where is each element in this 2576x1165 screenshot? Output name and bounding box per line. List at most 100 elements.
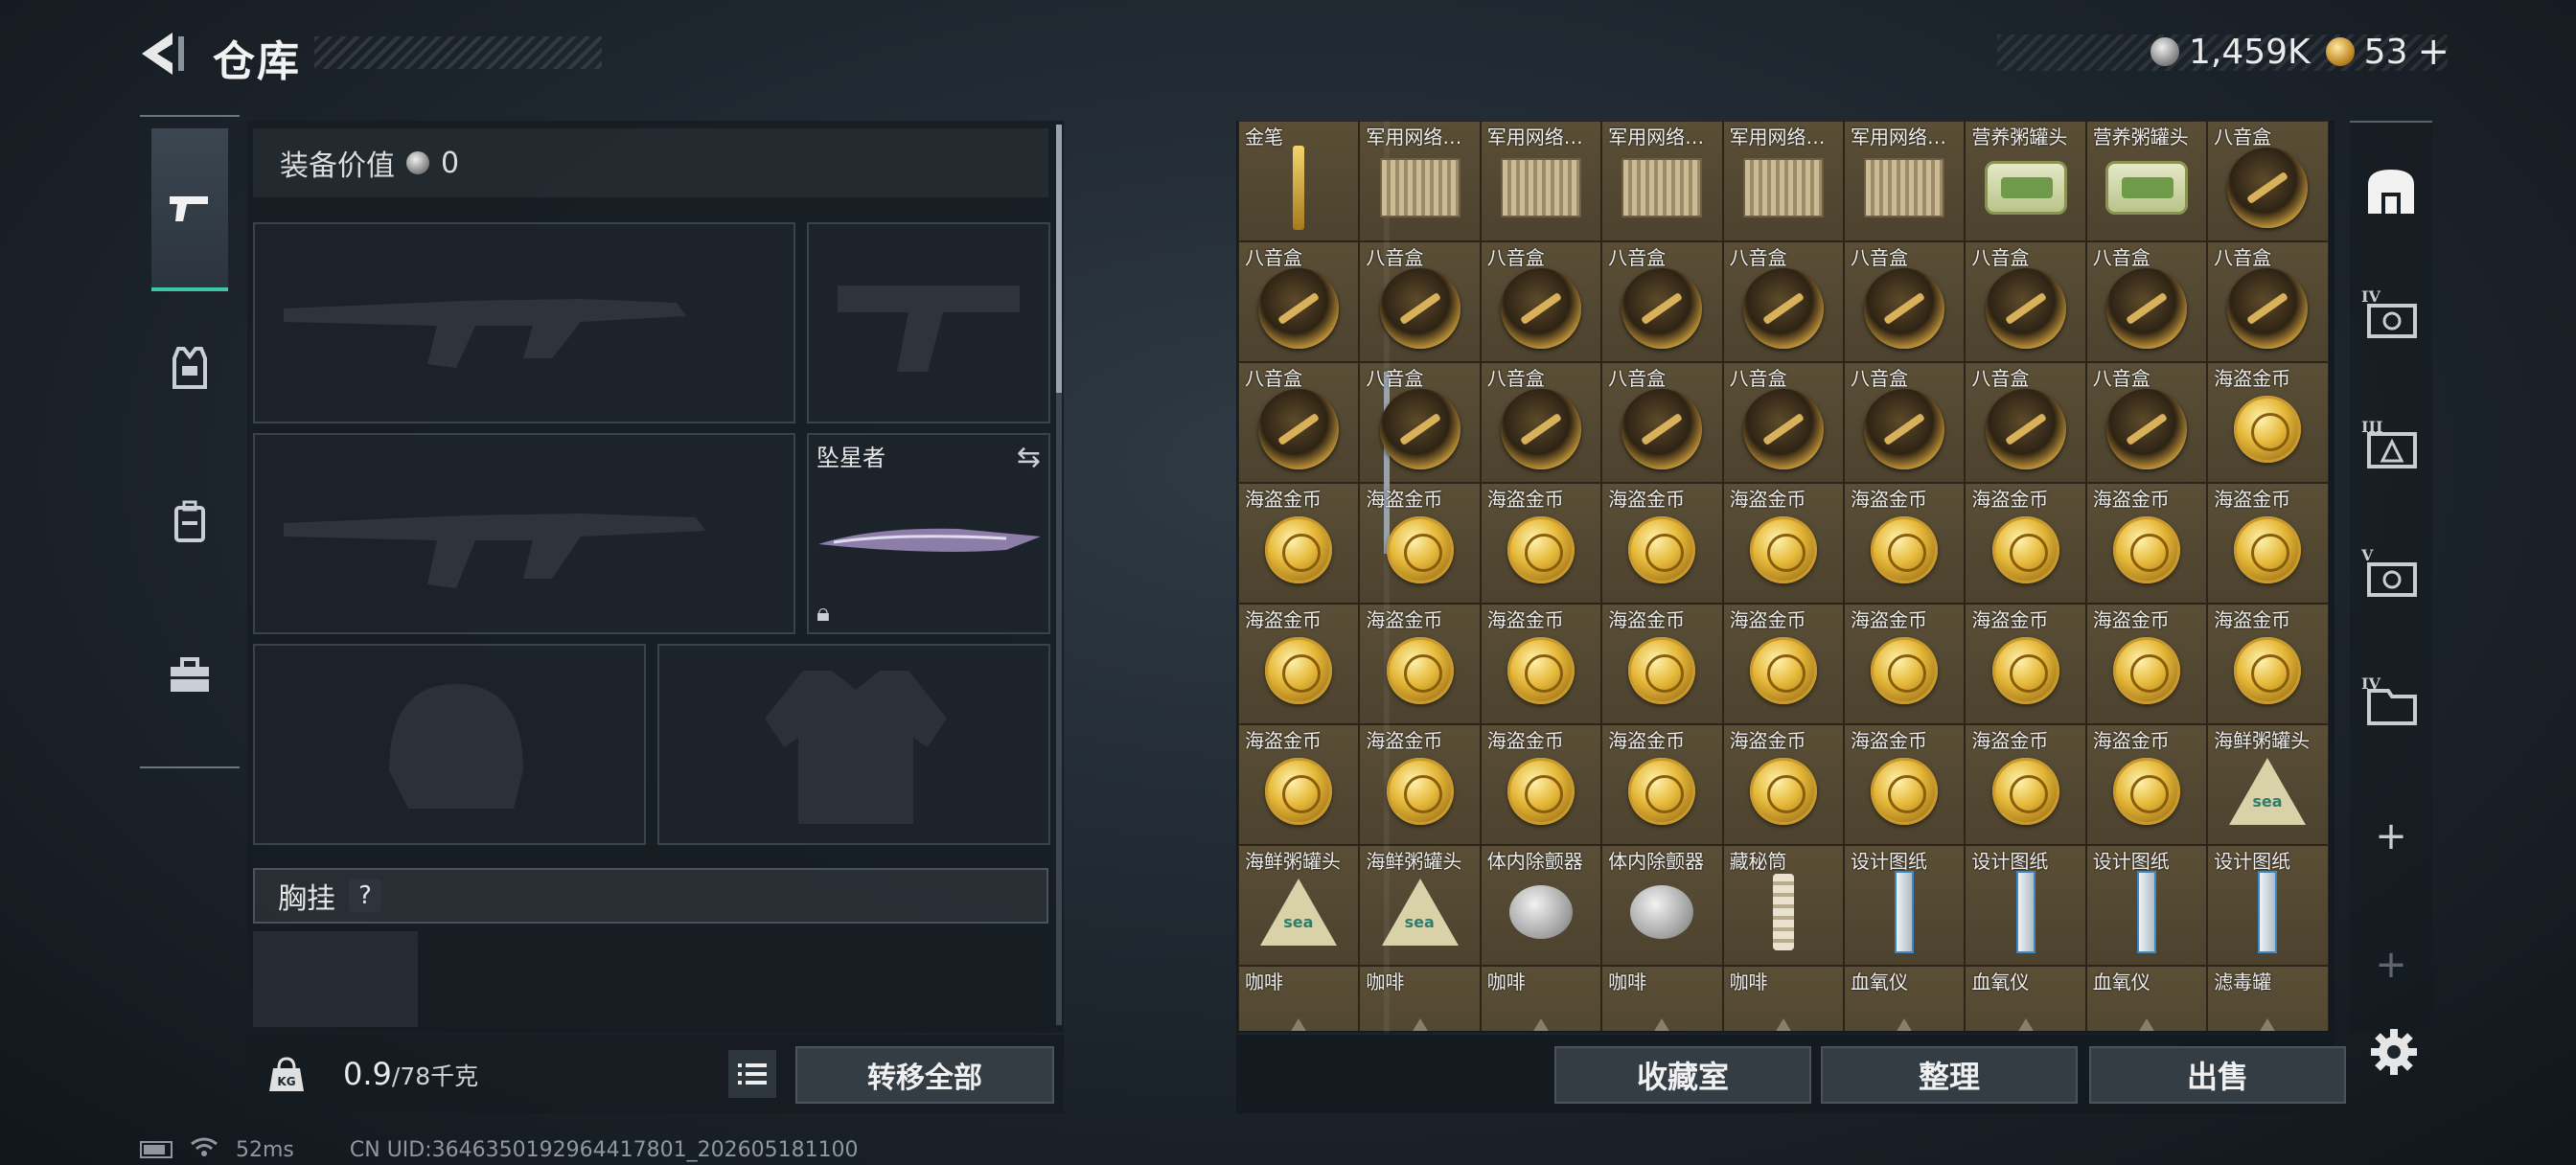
body-armor-slot[interactable] — [657, 644, 1050, 845]
stash-item[interactable]: 海盗金币 — [1843, 724, 1966, 845]
back-button[interactable] — [134, 27, 192, 80]
stash-item[interactable]: 海鲜粥罐头 — [2207, 724, 2329, 845]
stash-item[interactable]: 八音盒 — [1359, 362, 1481, 483]
tab-storage-iv[interactable]: IV — [2350, 270, 2432, 356]
stash-item[interactable]: 海鲜粥罐头 — [1238, 845, 1360, 966]
stash-item[interactable]: 血氧仪 — [2085, 966, 2208, 1031]
stash-item[interactable]: 军用网络… — [1359, 121, 1481, 241]
stash-item[interactable]: 海盗金币 — [1359, 483, 1481, 604]
stash-item[interactable]: 八音盒 — [1238, 241, 1360, 362]
stash-item[interactable]: 设计图纸 — [2085, 845, 2208, 966]
list-view-button[interactable] — [728, 1050, 776, 1098]
chest-rig-slot[interactable] — [253, 931, 418, 1027]
stash-item[interactable]: 海盗金币 — [1965, 604, 2086, 724]
stash-item[interactable]: 海盗金币 — [1601, 604, 1723, 724]
stash-item[interactable]: 海盗金币 — [1722, 604, 1844, 724]
collection-room-button[interactable]: 收藏室 — [1554, 1046, 1811, 1104]
sell-button[interactable]: 出售 — [2089, 1046, 2346, 1104]
stash-item[interactable]: 海鲜粥罐头 — [1359, 845, 1481, 966]
add-storage-button[interactable]: + — [2350, 793, 2432, 879]
tab-weapons[interactable] — [151, 128, 228, 291]
stash-item[interactable]: 海盗金币 — [2207, 604, 2329, 724]
stash-item[interactable]: 血氧仪 — [1965, 966, 2086, 1031]
stash-item[interactable]: 海盗金币 — [1965, 483, 2086, 604]
stash-item[interactable]: 海盗金币 — [1843, 483, 1966, 604]
organize-button[interactable]: 整理 — [1821, 1046, 2078, 1104]
stash-item[interactable]: 海盗金币 — [1601, 483, 1723, 604]
equipment-scrollbar[interactable] — [1056, 125, 1062, 1025]
stash-item[interactable]: 海盗金币 — [2085, 604, 2208, 724]
gold-currency[interactable]: 53 + — [2325, 30, 2450, 74]
stash-item[interactable]: 八音盒 — [1843, 362, 1966, 483]
stash-item[interactable]: 海盗金币 — [1480, 604, 1602, 724]
stash-item[interactable]: 海盗金币 — [1722, 724, 1844, 845]
stash-item[interactable]: 海盗金币 — [1238, 483, 1360, 604]
stash-item[interactable]: 金笔 — [1238, 121, 1360, 241]
stash-item[interactable]: 八音盒 — [1965, 241, 2086, 362]
tab-case[interactable] — [140, 598, 240, 751]
stash-item[interactable]: 海盗金币 — [1238, 604, 1360, 724]
stash-item[interactable]: 海盗金币 — [1480, 483, 1602, 604]
stash-item[interactable]: 咖啡 — [1480, 966, 1602, 1031]
stash-item[interactable]: 军用网络… — [1480, 121, 1602, 241]
help-icon[interactable]: ? — [349, 879, 381, 912]
stash-item[interactable]: 海盗金币 — [1238, 724, 1360, 845]
swap-icon[interactable]: ⇆ — [1017, 441, 1041, 474]
stash-item[interactable]: 八音盒 — [1722, 241, 1844, 362]
stash-item[interactable]: 设计图纸 — [2207, 845, 2329, 966]
stash-item[interactable]: 体内除颤器 — [1480, 845, 1602, 966]
silver-currency[interactable]: 1,459K — [2150, 33, 2311, 72]
add-gold-icon[interactable]: + — [2417, 30, 2450, 74]
stash-item[interactable]: 军用网络… — [1722, 121, 1844, 241]
settings-button[interactable] — [2369, 1027, 2419, 1077]
tab-storage-iii[interactable]: III — [2350, 400, 2432, 487]
tab-armor[interactable] — [140, 291, 240, 445]
stash-item[interactable]: 八音盒 — [2085, 362, 2208, 483]
stash-item[interactable]: 八音盒 — [2085, 241, 2208, 362]
stash-item[interactable]: 海盗金币 — [1965, 724, 2086, 845]
stash-item[interactable]: 设计图纸 — [1965, 845, 2086, 966]
stash-item[interactable]: 八音盒 — [1965, 362, 2086, 483]
helmet-slot[interactable] — [253, 644, 646, 845]
stash-item[interactable]: 咖啡 — [1238, 966, 1360, 1031]
secondary-weapon-slot[interactable] — [253, 433, 795, 634]
stash-item[interactable]: 军用网络… — [1601, 121, 1723, 241]
stash-item[interactable]: 八音盒 — [1722, 362, 1844, 483]
tab-storage-iv-2[interactable]: IV — [2350, 657, 2432, 743]
stash-item[interactable]: 八音盒 — [1480, 241, 1602, 362]
stash-item[interactable]: 咖啡 — [1601, 966, 1723, 1031]
stash-item[interactable]: 海盗金币 — [1359, 724, 1481, 845]
tab-main-storage[interactable] — [2350, 148, 2432, 234]
stash-item[interactable]: 海盗金币 — [2085, 483, 2208, 604]
stash-item[interactable]: 海盗金币 — [2207, 362, 2329, 483]
stash-item[interactable]: 八音盒 — [2207, 121, 2329, 241]
stash-item[interactable]: 海盗金币 — [1601, 724, 1723, 845]
stash-item[interactable]: 滤毒罐 — [2207, 966, 2329, 1031]
stash-item[interactable]: 八音盒 — [1843, 241, 1966, 362]
stash-item[interactable]: 体内除颤器 — [1601, 845, 1723, 966]
stash-item[interactable]: 营养粥罐头 — [2085, 121, 2208, 241]
stash-item[interactable]: 海盗金币 — [2085, 724, 2208, 845]
primary-weapon-slot[interactable] — [253, 222, 795, 423]
tab-backpack[interactable] — [140, 445, 240, 598]
stash-item[interactable]: 海盗金币 — [2207, 483, 2329, 604]
stash-item[interactable]: 咖啡 — [1722, 966, 1844, 1031]
pistol-slot[interactable] — [807, 222, 1050, 423]
stash-item[interactable]: 藏秘筒 — [1722, 845, 1844, 966]
stash-item[interactable]: 军用网络… — [1843, 121, 1966, 241]
tab-storage-v[interactable]: V — [2350, 529, 2432, 615]
stash-item[interactable]: 血氧仪 — [1843, 966, 1966, 1031]
stash-item[interactable]: 海盗金币 — [1480, 724, 1602, 845]
stash-item[interactable]: 海盗金币 — [1843, 604, 1966, 724]
melee-slot[interactable]: 坠星者 ⇆ 🔒︎ — [807, 433, 1050, 634]
transfer-all-button[interactable]: 转移全部 — [795, 1046, 1054, 1104]
stash-item[interactable]: 咖啡 — [1359, 966, 1481, 1031]
stash-item[interactable]: 八音盒 — [1359, 241, 1481, 362]
stash-item[interactable]: 八音盒 — [2207, 241, 2329, 362]
stash-item[interactable]: 八音盒 — [1238, 362, 1360, 483]
stash-item[interactable]: 八音盒 — [1601, 241, 1723, 362]
stash-item[interactable]: 八音盒 — [1601, 362, 1723, 483]
stash-item[interactable]: 海盗金币 — [1359, 604, 1481, 724]
stash-item[interactable]: 营养粥罐头 — [1965, 121, 2086, 241]
stash-item[interactable]: 设计图纸 — [1843, 845, 1966, 966]
